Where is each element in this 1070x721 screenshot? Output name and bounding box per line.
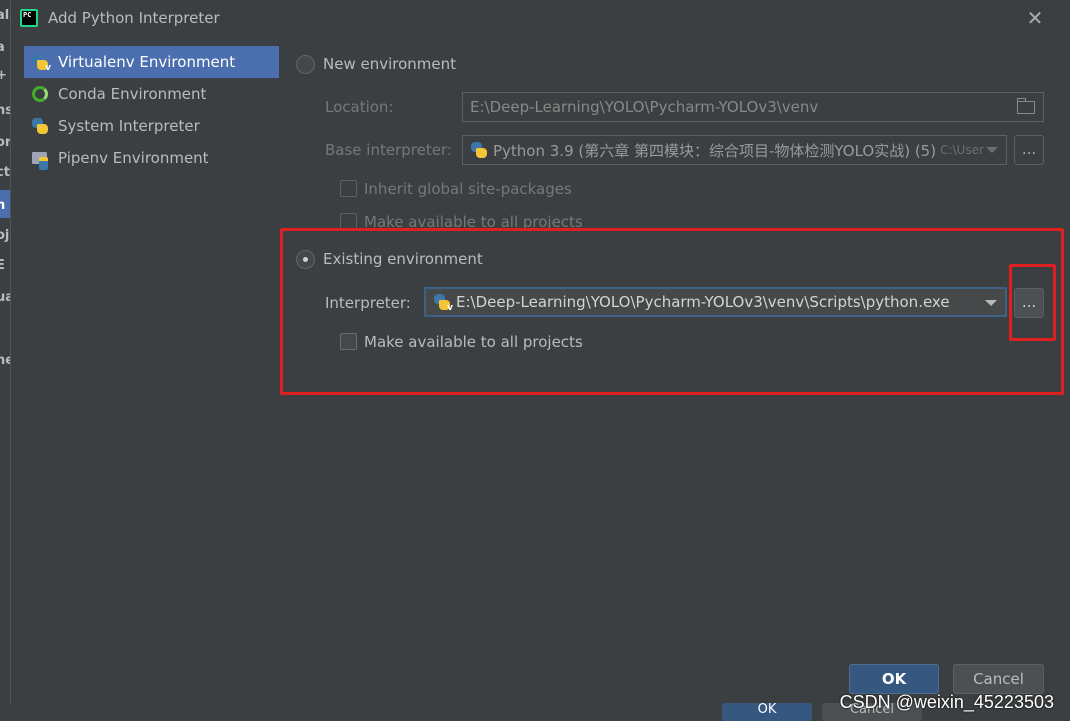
base-interpreter-path-suffix: C:\User	[940, 143, 984, 157]
environment-type-list: v Virtualenv Environment Conda Environme…	[24, 46, 279, 174]
background-ok-button: OK	[722, 703, 812, 721]
background-text: ne	[0, 353, 10, 368]
sidebar-item-system[interactable]: System Interpreter	[24, 110, 279, 142]
cancel-button[interactable]: Cancel	[953, 664, 1044, 694]
sidebar-item-virtualenv[interactable]: v Virtualenv Environment	[24, 46, 279, 78]
pipenv-icon	[31, 149, 49, 170]
background-text: ns	[0, 103, 10, 118]
interpreter-label: Interpreter:	[325, 294, 411, 312]
background-text: oj	[0, 228, 10, 243]
python-icon	[31, 117, 49, 135]
existing-env-make-available-label: Make available to all projects	[364, 333, 583, 351]
sidebar-item-conda[interactable]: Conda Environment	[24, 78, 279, 110]
dialog-title: Add Python Interpreter	[48, 9, 220, 27]
sidebar-item-label: Pipenv Environment	[58, 149, 209, 167]
pycharm-icon: PC	[20, 9, 38, 27]
location-value: E:\Deep-Learning\YOLO\Pycharm-YOLOv3\ven…	[470, 98, 819, 116]
interpreter-select[interactable]: v E:\Deep-Learning\YOLO\Pycharm-YOLOv3\v…	[424, 287, 1007, 317]
inherit-packages-checkbox[interactable]	[340, 180, 357, 197]
existing-environment-radio[interactable]	[296, 250, 315, 269]
background-text: ct	[0, 165, 10, 180]
inherit-packages-label: Inherit global site-packages	[364, 180, 572, 198]
conda-icon	[32, 86, 48, 102]
background-text: +	[0, 68, 7, 83]
virtualenv-icon: v	[31, 53, 51, 73]
background-ide-strip: al a + ns or ct h oj E ua ne	[0, 0, 10, 721]
existing-environment-label: Existing environment	[323, 250, 483, 268]
new-env-make-available-label: Make available to all projects	[364, 213, 583, 231]
add-python-interpreter-dialog: PC Add Python Interpreter ✕ v Virtualenv…	[10, 0, 1070, 703]
base-interpreter-label: Base interpreter:	[325, 141, 452, 159]
background-text: al	[0, 8, 10, 23]
folder-icon[interactable]	[1017, 98, 1035, 114]
new-environment-label: New environment	[323, 55, 457, 73]
python-icon: v	[433, 293, 453, 313]
sidebar-item-label: System Interpreter	[58, 117, 200, 135]
ok-button[interactable]: OK	[849, 664, 939, 694]
watermark: CSDN @weixin_45223503	[839, 692, 1054, 712]
existing-env-make-available-checkbox[interactable]	[340, 333, 357, 350]
new-environment-radio[interactable]	[296, 55, 315, 74]
close-icon[interactable]: ✕	[1025, 8, 1045, 28]
base-interpreter-value: Python 3.9 (第六章 第四模块：综合项目-物体检测YOLO实战) (5…	[493, 141, 937, 160]
background-text: E	[0, 258, 5, 273]
environment-settings-panel: New environment Location: E:\Deep-Learni…	[279, 38, 1070, 703]
location-field[interactable]: E:\Deep-Learning\YOLO\Pycharm-YOLOv3\ven…	[462, 92, 1044, 122]
python-icon	[470, 141, 488, 159]
interpreter-value: E:\Deep-Learning\YOLO\Pycharm-YOLOv3\ven…	[456, 293, 950, 311]
chevron-down-icon	[985, 300, 997, 306]
sidebar-item-label: Virtualenv Environment	[58, 53, 236, 71]
background-text: or	[0, 135, 10, 150]
title-bar: PC Add Python Interpreter ✕	[11, 0, 1070, 38]
base-interpreter-select[interactable]: Python 3.9 (第六章 第四模块：综合项目-物体检测YOLO实战) (5…	[462, 135, 1007, 165]
background-text: a	[0, 40, 5, 55]
sidebar-item-label: Conda Environment	[58, 85, 207, 103]
background-text: h	[0, 198, 6, 213]
chevron-down-icon	[986, 147, 998, 153]
sidebar-item-pipenv[interactable]: Pipenv Environment	[24, 142, 279, 174]
background-text: ua	[0, 290, 10, 305]
base-interpreter-browse-button[interactable]: ...	[1014, 135, 1044, 165]
new-env-make-available-checkbox[interactable]	[340, 213, 357, 230]
location-label: Location:	[325, 98, 394, 116]
interpreter-browse-button[interactable]: ...	[1014, 288, 1044, 318]
